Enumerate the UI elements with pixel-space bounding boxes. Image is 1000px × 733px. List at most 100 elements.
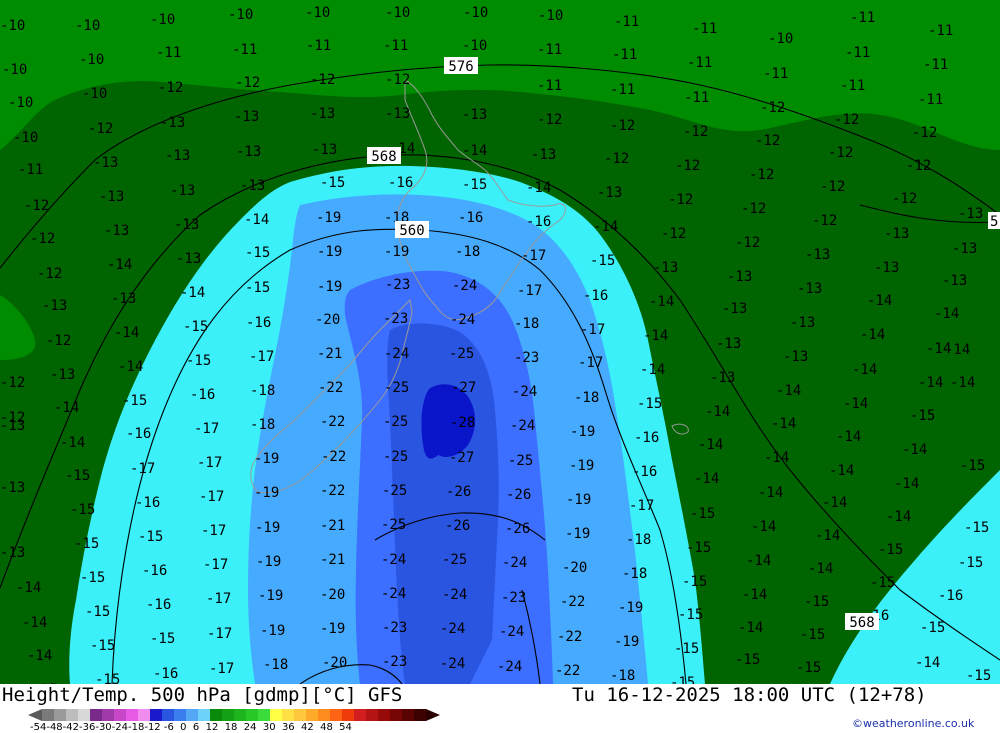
temperature-label: -11 — [614, 14, 639, 30]
legend-color-cell — [354, 709, 366, 721]
temperature-label: -13 — [99, 189, 124, 205]
weather-map: -10 -10 -10 -10 -10 -10 -10 -10 -11 -11 -10 -11 -11 -… — [0, 0, 1000, 684]
temperature-label: -16 — [135, 495, 160, 511]
temperature-label: -11 — [845, 45, 870, 61]
temperature-label: -12 — [30, 231, 55, 247]
temperature-label: -18 — [622, 566, 647, 582]
valid-time: Tu 16-12-2025 18:00 UTC (12+78) — [572, 684, 927, 706]
legend-color-cell — [294, 709, 306, 721]
temperature-label: -23 — [383, 311, 408, 327]
temperature-label: -14 — [180, 285, 205, 301]
temperature-label: -14 — [526, 180, 551, 196]
temperature-label: -15 — [95, 672, 120, 684]
temperature-label: -15 — [183, 319, 208, 335]
temperature-label: -19 — [254, 451, 279, 467]
legend-color-cell — [54, 709, 66, 721]
temperature-label: -15 — [320, 175, 345, 191]
temperature-label: -17 — [206, 591, 231, 607]
temperature-label: -15 — [462, 177, 487, 193]
temperature-label: -24 — [497, 659, 522, 675]
temperature-label: -22 — [557, 629, 582, 645]
temperature-label: -14 — [945, 342, 970, 358]
temperature-label: -15 — [910, 408, 935, 424]
temperature-label: -15 — [245, 245, 270, 261]
temperature-label: -12 — [88, 121, 113, 137]
temperature-label: -15 — [804, 594, 829, 610]
credit-link[interactable]: ©weatheronline.co.uk — [852, 717, 974, 730]
temperature-label: -19 — [384, 244, 409, 260]
temperature-label: -10 — [462, 38, 487, 54]
temperature-label: -13 — [958, 206, 983, 222]
legend-color-cell — [138, 709, 150, 721]
temperature-label: -15 — [74, 536, 99, 552]
temperature-label: -14 — [918, 375, 943, 391]
temperature-label: -14 — [815, 528, 840, 544]
temperature-label: -12 — [46, 333, 71, 349]
temperature-label: -19 — [317, 279, 342, 295]
temperature-label: -14 — [27, 648, 52, 664]
temperature-label: -11 — [18, 162, 43, 178]
legend-color-cell — [378, 709, 390, 721]
legend-color-cell — [414, 709, 426, 721]
temperature-label: -12 — [735, 235, 760, 251]
temperature-label: -13 — [462, 107, 487, 123]
temperature-label: -15 — [674, 641, 699, 657]
temperature-label: -14 — [934, 306, 959, 322]
temperature-label: -26 — [445, 518, 470, 534]
temperature-label: -19 — [565, 526, 590, 542]
contour-label-568-south: 568 — [845, 613, 879, 631]
temperature-label: -11 — [232, 42, 257, 58]
temperature-label: -25 — [383, 449, 408, 465]
temperature-label: -23 — [382, 654, 407, 670]
temperature-label: -12 — [661, 226, 686, 242]
temperature-label: -13 — [0, 480, 25, 496]
temperature-label: -12 — [610, 118, 635, 134]
temperature-label: -13 — [170, 183, 195, 199]
temperature-label: -14 — [894, 476, 919, 492]
contour-label-568-text: 568 — [371, 149, 396, 165]
temperature-label: -14 — [694, 471, 719, 487]
temperature-label: -13 — [240, 178, 265, 194]
temperature-label: -15 — [964, 520, 989, 536]
temperature-label: -17 — [209, 661, 234, 677]
temperature-label: -25 — [442, 552, 467, 568]
temperature-label: -15 — [85, 604, 110, 620]
temperature-label: -18 — [250, 383, 275, 399]
temperature-label: -15 — [796, 660, 821, 676]
temperature-label: -10 — [82, 86, 107, 102]
temperature-label: -12 — [760, 100, 785, 116]
temperature-label: -23 — [514, 350, 539, 366]
temperature-label: -16 — [190, 387, 215, 403]
temperature-label: -19 — [569, 458, 594, 474]
temperature-label: -23 — [501, 590, 526, 606]
temperature-label: -13 — [727, 269, 752, 285]
temperature-label: -14 — [244, 212, 269, 228]
temperature-label: -13 — [722, 301, 747, 317]
contour-label-568-south-text: 568 — [849, 615, 874, 631]
temperature-label: -12 — [741, 201, 766, 217]
temperature-label: -17 — [521, 248, 546, 264]
temperature-label: -14 — [843, 396, 868, 412]
contour-label-edge-text: 5 — [990, 214, 998, 230]
temperature-label: -22 — [321, 449, 346, 465]
temperature-label: -24 — [381, 586, 406, 602]
temperature-label: -11 — [850, 10, 875, 26]
temperature-label: -27 — [451, 380, 476, 396]
temperature-label: -25 — [508, 453, 533, 469]
legend-arrow-right — [426, 709, 440, 721]
temperature-label: -14 — [593, 219, 618, 235]
legend-color-cell — [198, 709, 210, 721]
temperature-label: -17 — [580, 322, 605, 338]
legend-color-cell — [90, 709, 102, 721]
temperature-label: -24 — [442, 587, 467, 603]
temperature-label: -12 — [906, 158, 931, 174]
temperature-label: -17 — [194, 421, 219, 437]
temperature-label: -16 — [388, 175, 413, 191]
map-canvas: -10 -10 -10 -10 -10 -10 -10 -10 -11 -11 -10 -11 -11 -… — [0, 0, 1000, 684]
temperature-label: -15 — [70, 502, 95, 518]
temperature-label: -25 — [383, 414, 408, 430]
temperature-label: -17 — [207, 626, 232, 642]
temperature-label: -17 — [578, 355, 603, 371]
temperature-label: -19 — [256, 554, 281, 570]
temperature-label: -23 — [385, 277, 410, 293]
